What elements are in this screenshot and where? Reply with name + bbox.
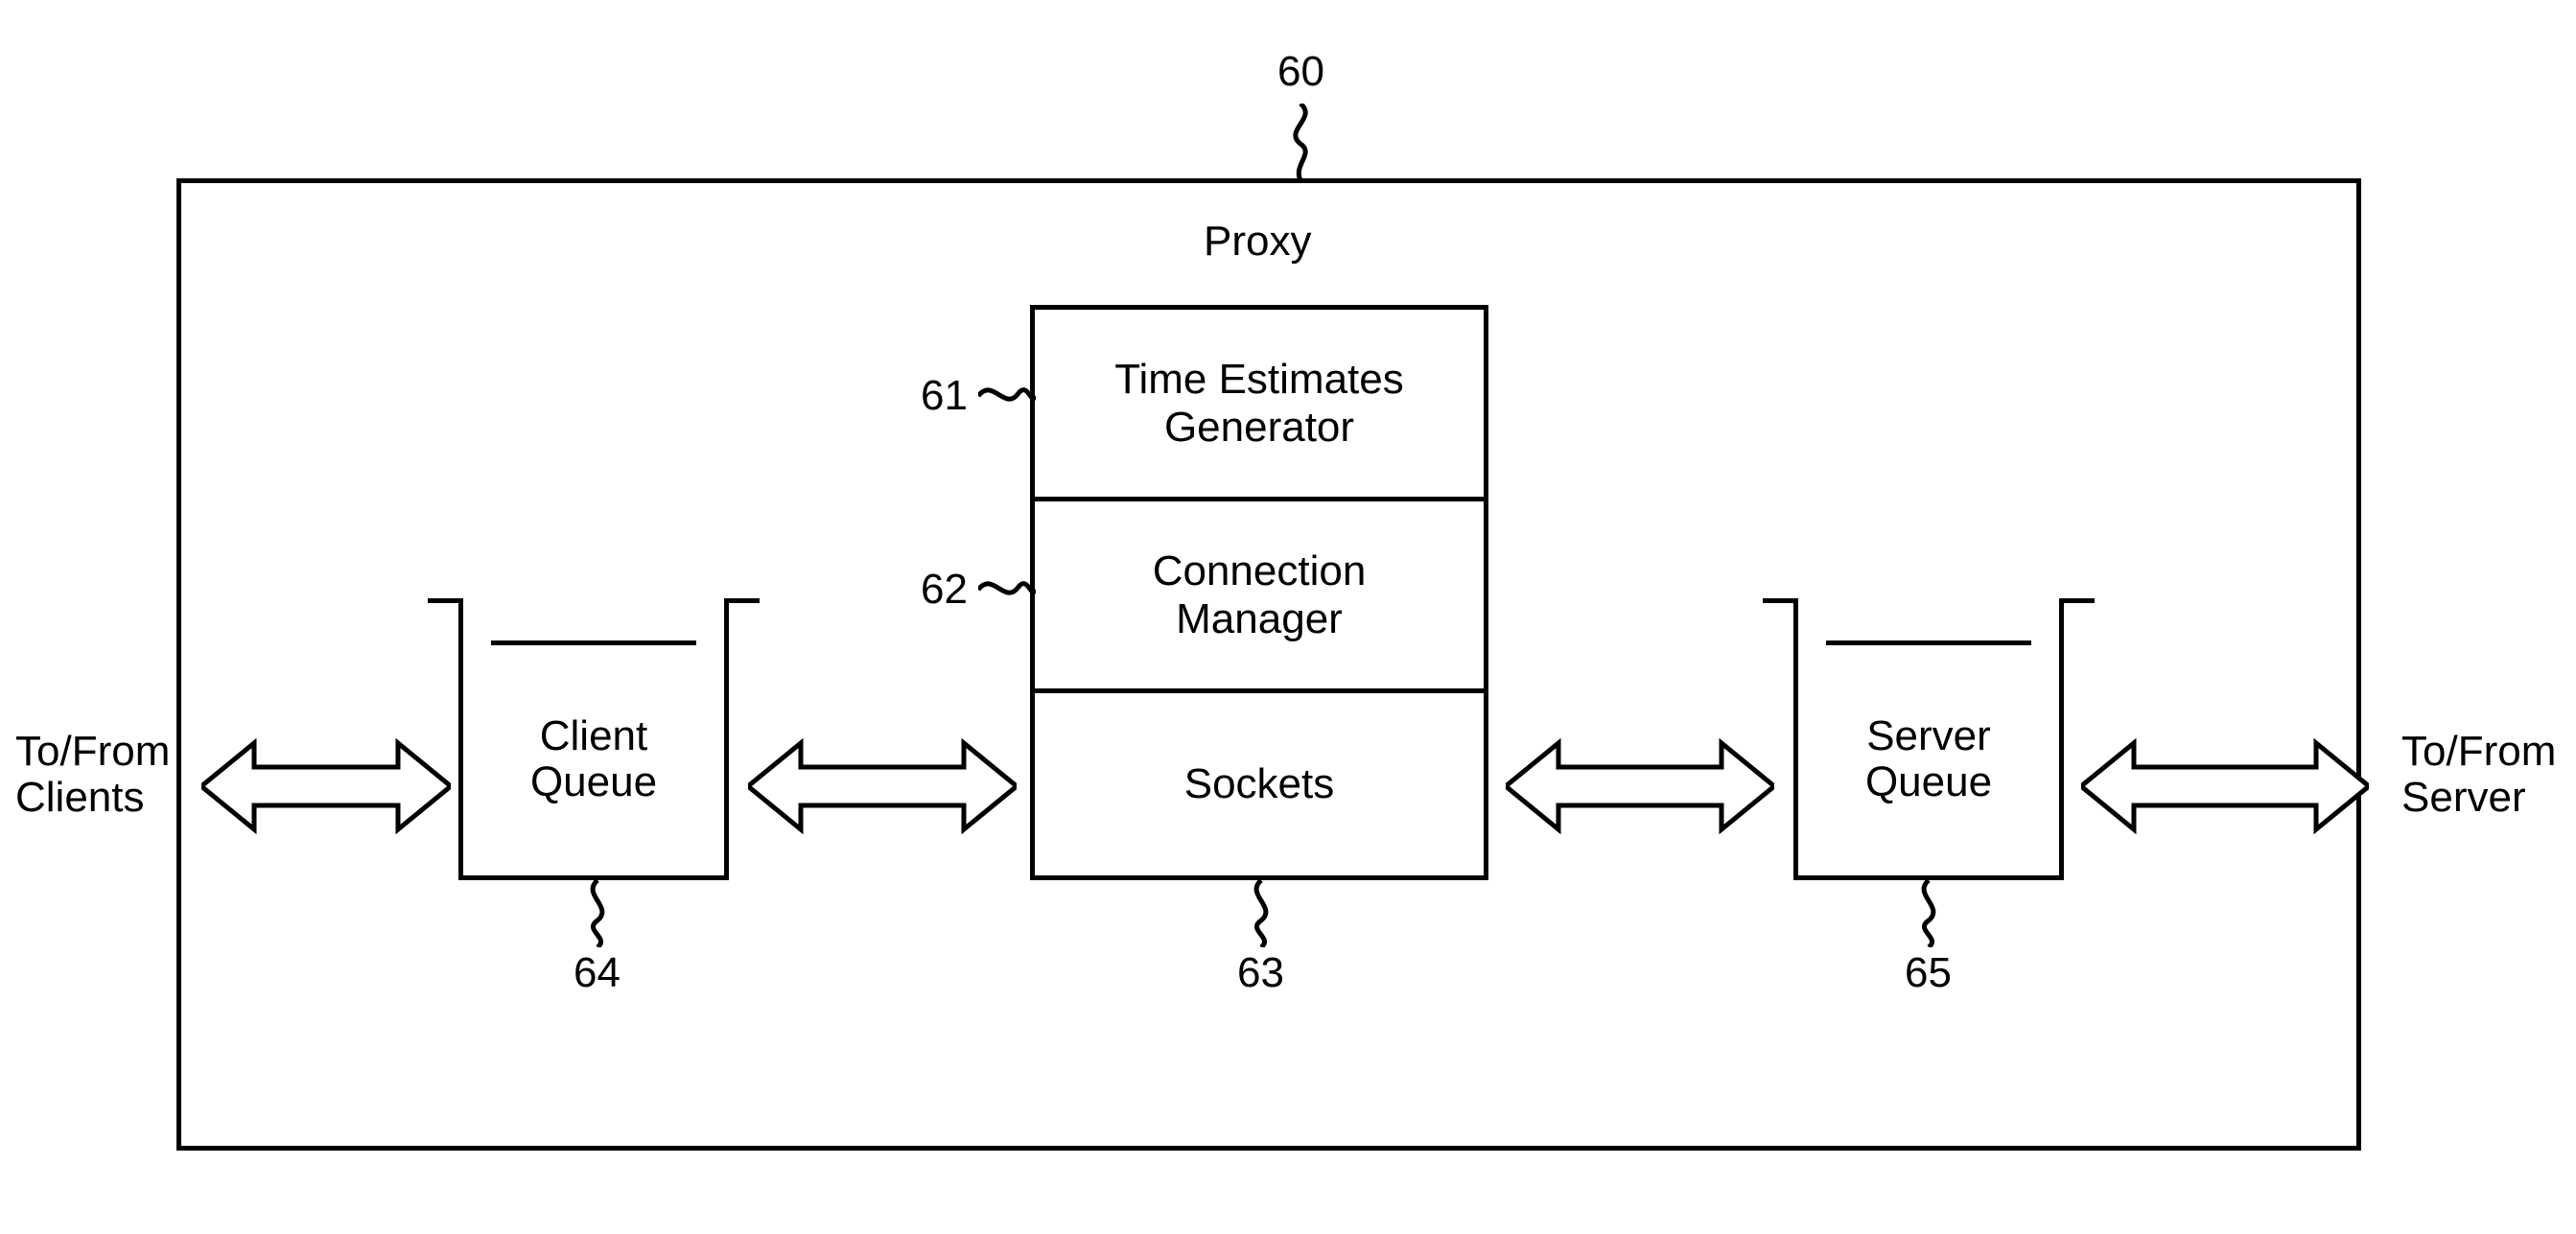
leader-60 xyxy=(1281,104,1329,180)
ref-62: 62 xyxy=(921,566,968,614)
ref-65: 65 xyxy=(1905,949,1952,997)
client-queue-label: Client Queue xyxy=(458,713,729,806)
ref-63: 63 xyxy=(1237,949,1284,997)
to-from-clients-label: To/From Clients xyxy=(15,729,170,822)
ref-64: 64 xyxy=(574,949,621,997)
leader-62 xyxy=(978,566,1036,614)
sockets-box: Sockets xyxy=(1030,688,1488,880)
arrow-sockets-serverqueue xyxy=(1506,738,1774,834)
arrow-clientqueue-sockets xyxy=(748,738,1017,834)
proxy-title: Proxy xyxy=(1204,219,1311,265)
time-estimates-generator-box: Time Estimates Generator xyxy=(1030,305,1488,497)
leader-65 xyxy=(1905,880,1953,947)
server-queue: Server Queue xyxy=(1793,598,2064,880)
arrow-clients-clientqueue-ext xyxy=(201,738,451,834)
leader-61 xyxy=(978,372,1036,420)
ref-61: 61 xyxy=(921,372,968,420)
ref-60: 60 xyxy=(1277,48,1324,96)
arrow-serverqueue-server-ext xyxy=(2081,738,2369,834)
server-queue-label: Server Queue xyxy=(1793,713,2064,806)
connection-manager-box: Connection Manager xyxy=(1030,497,1488,688)
to-from-server-label: To/From Server xyxy=(2401,729,2556,822)
leader-63 xyxy=(1237,880,1285,947)
leader-64 xyxy=(574,880,621,947)
client-queue: Client Queue xyxy=(458,598,729,880)
